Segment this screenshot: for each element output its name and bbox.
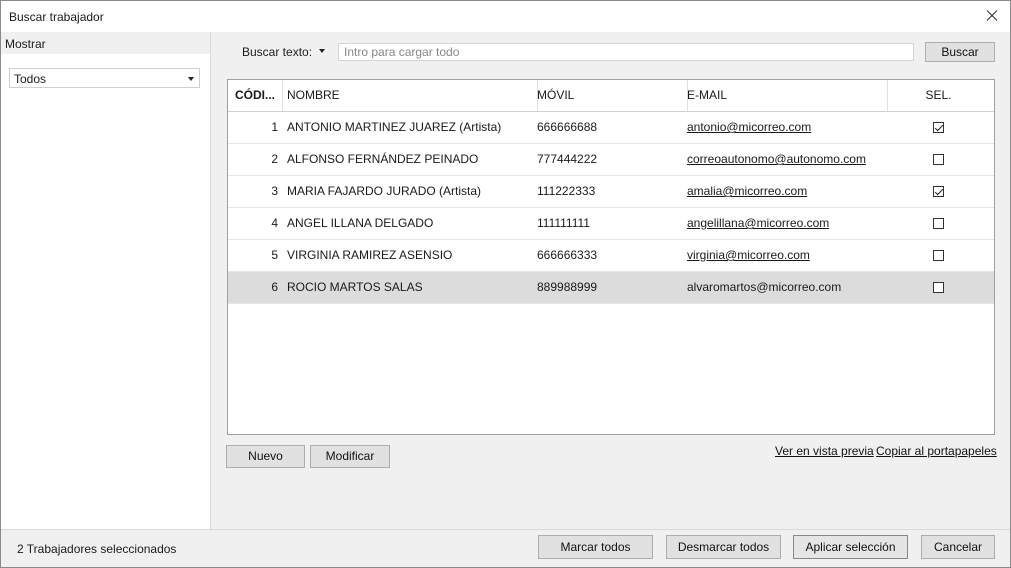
column-header-select[interactable]: SEL. [883,80,994,111]
dialog-window: Buscar trabajador Mostrar Todos Buscar t… [0,0,1011,568]
cell-select [883,112,994,143]
cell-mobile: 666666333 [537,248,598,262]
sidebar-header: Mostrar [1,32,210,54]
select-checkbox[interactable] [933,282,944,294]
cell-email: angelillana@micorreo.com [683,208,887,239]
search-input[interactable] [338,43,914,61]
cell-code: 4 [271,216,278,230]
cell-mobile: 111111111 [537,216,590,230]
column-header-mobile[interactable]: MÓVIL [533,80,688,111]
table-row[interactable]: 1 ANTONIO MARTINEZ JUAREZ (Artista) 666666… [228,112,994,144]
search-label: Buscar texto: [242,45,313,59]
cell-email: alvaromartos@micorreo.com [683,272,887,303]
cell-code: 2 [271,152,278,166]
cell-select [883,272,994,303]
email-link[interactable]: angelillana@micorreo.com [687,216,829,230]
cell-code: 3 [271,184,278,198]
cell-name: ALFONSO FERNÁNDEZ PEINADO [287,152,479,166]
table-row[interactable]: 3 MARIA FAJARDO JURADO (Artista) 111222333… [228,176,994,208]
cell-name: ROCIO MARTOS SALAS [287,280,423,294]
selection-status: 2 Trabajadores seleccionados [17,542,177,556]
cell-mobile: 111222333 [537,184,596,198]
apply-selection-button[interactable]: Aplicar selección [793,535,908,559]
filter-value: Todos [14,72,47,86]
cell-code: 1 [271,120,278,134]
filter-dropdown[interactable]: Todos [9,68,200,88]
cell-mobile: 666666688 [537,120,598,134]
select-checkbox[interactable] [933,122,944,134]
column-header-name[interactable]: NOMBRE [283,80,538,111]
sidebar-heading: Mostrar [5,37,46,51]
chevron-down-icon [188,77,194,81]
cell-name: MARIA FAJARDO JURADO (Artista) [287,184,482,198]
select-checkbox[interactable] [933,154,944,166]
cell-code: 5 [271,248,278,262]
cell-select [883,240,994,271]
table-row[interactable]: 6 ROCIO MARTOS SALAS 889988999 alvaromartos… [228,272,994,304]
email-link[interactable]: correoautonomo@autonomo.com [687,152,866,166]
unmark-all-button[interactable]: Desmarcar todos [666,535,781,559]
title-bar: Buscar trabajador [1,1,1010,32]
select-checkbox[interactable] [933,250,944,262]
cell-email: correoautonomo@autonomo.com [683,144,887,175]
table-row[interactable]: 2 ALFONSO FERNÁNDEZ PEINADO 777444222 corre… [228,144,994,176]
cell-email: antonio@micorreo.com [683,112,887,143]
workers-table: CÓDI... NOMBRE MÓVIL E-MAIL SEL. 1 ANTONI… [227,79,995,435]
table-row[interactable]: 4 ANGEL ILLANA DELGADO 111111111 angelillan… [228,208,994,240]
cell-name: ANTONIO MARTINEZ JUAREZ (Artista) [287,120,502,134]
cell-select [883,208,994,239]
cell-code: 6 [271,280,278,294]
cell-select [883,144,994,175]
cell-mobile: 777444222 [537,152,598,166]
main-panel: Buscar texto: Buscar CÓDI... NOMBRE MÓVI… [211,32,1010,529]
preview-link[interactable]: Ver en vista previa [775,444,874,458]
footer-bar: 2 Trabajadores seleccionados Marcar todo… [1,529,1010,567]
cancel-button[interactable]: Cancelar [921,535,995,559]
mark-all-button[interactable]: Marcar todos [538,535,653,559]
cell-email: amalia@micorreo.com [683,176,887,207]
column-header-code[interactable]: CÓDI... [228,80,283,111]
new-button[interactable]: Nuevo [226,445,305,468]
copy-clipboard-link[interactable]: Copiar al portapapeles [876,444,997,458]
search-button[interactable]: Buscar [925,42,995,62]
column-header-email[interactable]: E-MAIL [683,80,888,111]
search-options-caret-icon[interactable] [319,49,325,53]
email-link[interactable]: virginia@micorreo.com [687,248,810,262]
email-link[interactable]: antonio@micorreo.com [687,120,811,134]
window-title: Buscar trabajador [9,10,104,24]
select-checkbox[interactable] [933,218,944,230]
table-header-row: CÓDI... NOMBRE MÓVIL E-MAIL SEL. [228,80,994,112]
cell-mobile: 889988999 [537,280,598,294]
sidebar: Mostrar Todos [1,32,211,529]
modify-button[interactable]: Modificar [310,445,390,468]
select-checkbox[interactable] [933,186,944,198]
cell-email: virginia@micorreo.com [683,240,887,271]
cell-select [883,176,994,207]
email-link[interactable]: alvaromartos@micorreo.com [687,280,841,294]
table-row[interactable]: 5 VIRGINIA RAMIREZ ASENSIO 666666333 virgin… [228,240,994,272]
cell-name: VIRGINIA RAMIREZ ASENSIO [287,248,453,262]
close-icon[interactable] [980,5,1004,27]
email-link[interactable]: amalia@micorreo.com [687,184,807,198]
cell-name: ANGEL ILLANA DELGADO [287,216,434,230]
